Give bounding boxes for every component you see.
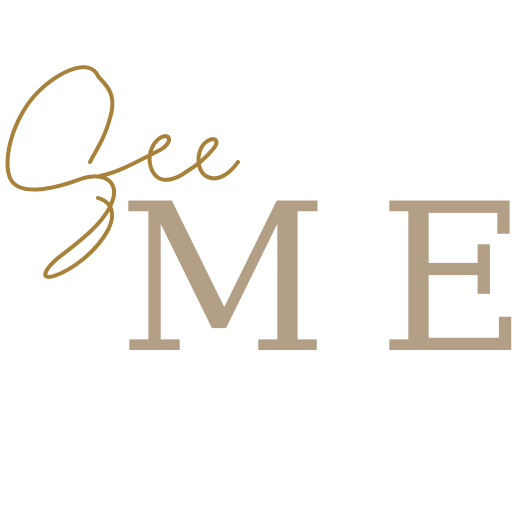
logo-canvas: M E	[0, 0, 512, 512]
script-letter-s	[5, 65, 116, 279]
serif-letter-m: M	[118, 161, 328, 399]
serif-letter-e: E	[378, 161, 512, 399]
